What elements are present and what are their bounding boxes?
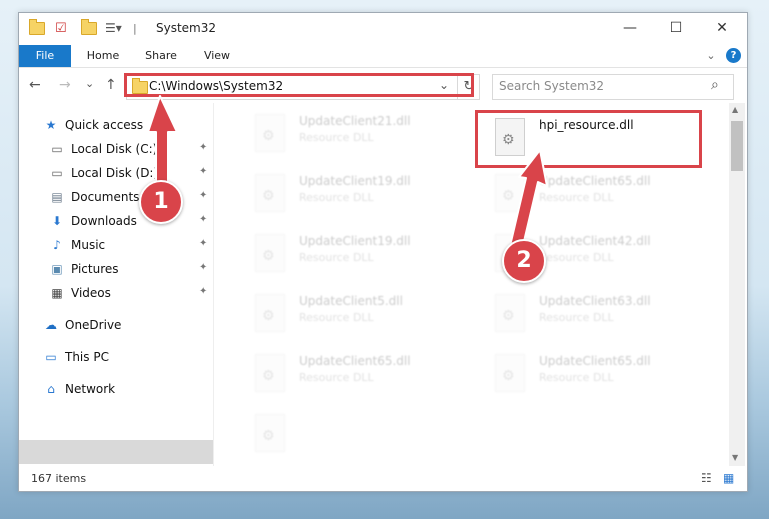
annotation-arrows	[147, 95, 548, 251]
step-1-badge: 1	[139, 180, 183, 224]
step-2-badge: 2	[502, 239, 546, 283]
arrow-2	[509, 149, 548, 251]
arrow-1	[147, 95, 178, 187]
